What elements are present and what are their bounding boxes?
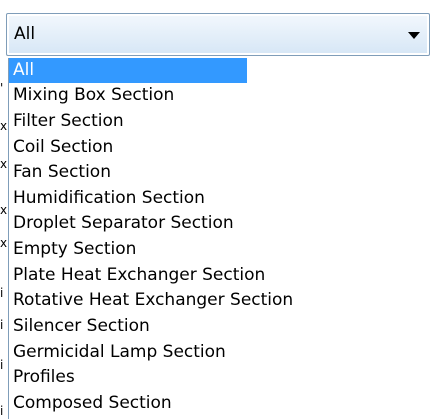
section-filter-combobox[interactable]: All	[6, 13, 430, 56]
dropdown-stage: ' x x x x i i i i All All Mixing Box Sec…	[0, 0, 436, 419]
background-fragment: i	[0, 286, 4, 300]
option-composed-section[interactable]: Composed Section	[9, 391, 247, 416]
option-plate-heat-exchanger-section[interactable]: Plate Heat Exchanger Section	[9, 263, 265, 288]
background-fragment: x	[0, 119, 8, 133]
option-fan-section[interactable]: Fan Section	[9, 160, 247, 185]
background-fragment: '	[0, 81, 4, 95]
option-mixing-box-section[interactable]: Mixing Box Section	[9, 83, 247, 108]
background-fragment: i	[0, 358, 4, 372]
option-all[interactable]: All	[9, 58, 247, 83]
background-fragment: x	[0, 157, 8, 171]
option-droplet-separator-section[interactable]: Droplet Separator Section	[9, 211, 247, 236]
option-filter-section[interactable]: Filter Section	[9, 109, 247, 134]
background-fragment: x	[0, 203, 8, 217]
background-fragment: i	[0, 318, 4, 332]
option-rotative-heat-exchanger-section[interactable]: Rotative Heat Exchanger Section	[9, 288, 293, 313]
option-empty-section[interactable]: Empty Section	[9, 237, 247, 262]
option-silencer-section[interactable]: Silencer Section	[9, 314, 247, 339]
option-coil-section[interactable]: Coil Section	[9, 135, 247, 160]
background-fragment: x	[0, 236, 8, 250]
dropdown-options-list: All Mixing Box Section Filter Section Co…	[8, 58, 293, 419]
chevron-down-icon[interactable]	[403, 21, 425, 49]
option-humidification-section[interactable]: Humidification Section	[9, 186, 247, 211]
combobox-selected-value: All	[14, 24, 36, 44]
option-profiles[interactable]: Profiles	[9, 365, 247, 390]
background-fragment: i	[0, 404, 4, 418]
option-germicidal-lamp-section[interactable]: Germicidal Lamp Section	[9, 340, 247, 365]
